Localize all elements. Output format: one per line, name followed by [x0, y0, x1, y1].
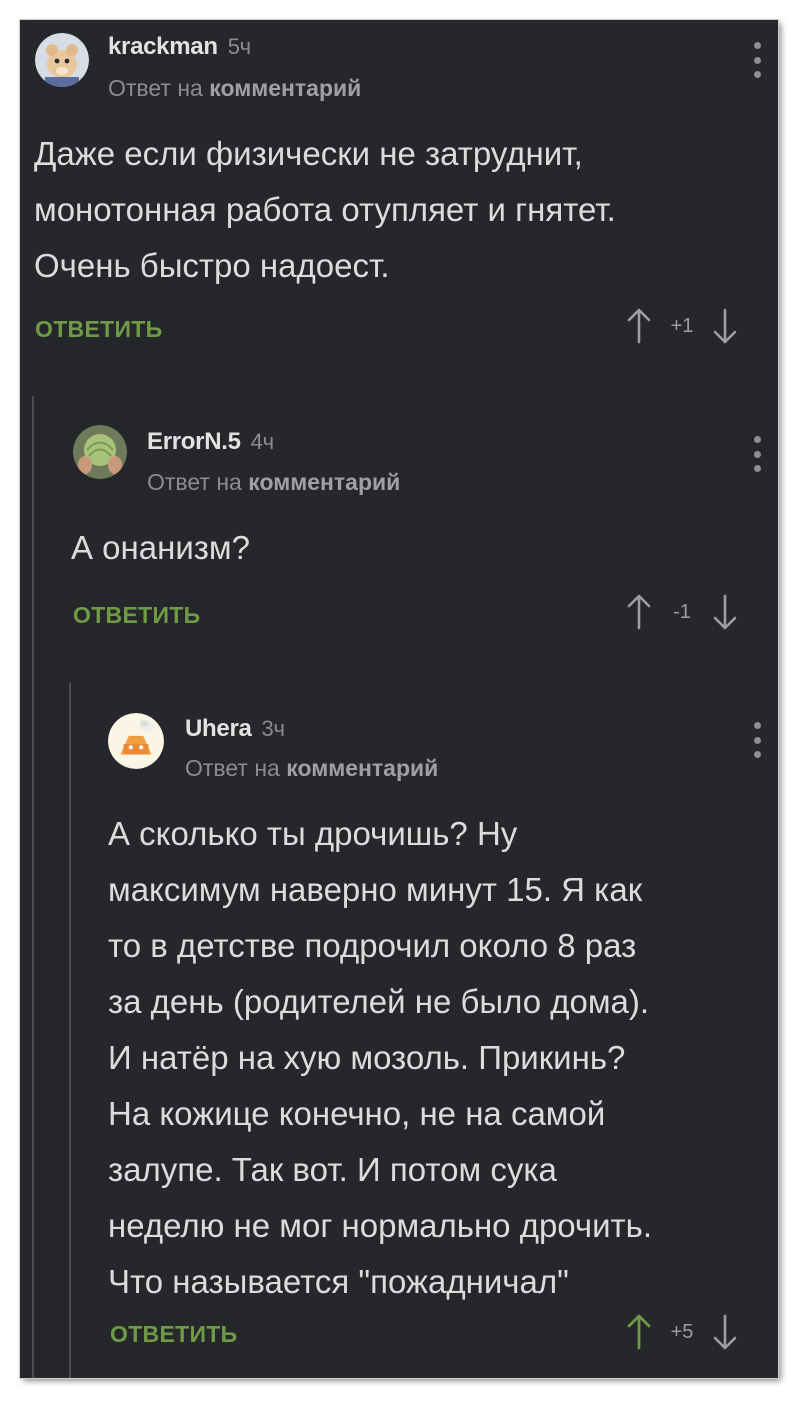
reply-to-line: Ответ на комментарий [185, 755, 438, 782]
comments-screen: krackman 5ч Ответ на комментарий Даже есл… [20, 20, 778, 1378]
comment-time: 3ч [261, 716, 285, 741]
username-text[interactable]: Uhera [185, 715, 252, 742]
cartoon-chef-avatar[interactable] [108, 713, 164, 769]
comment-text: А сколько ты дрочишь? Ну максимум наверн… [108, 815, 653, 1300]
reply-target-link[interactable]: комментарий [286, 755, 438, 781]
downvote-arrow-icon[interactable] [712, 1314, 738, 1350]
username[interactable]: Uhera 3ч [185, 715, 285, 743]
reply-prefix: Ответ на [185, 755, 280, 781]
upvote-arrow-icon-active[interactable] [626, 1314, 652, 1350]
reply-button[interactable]: ОТВЕТИТЬ [110, 1321, 237, 1348]
vote-controls: +5 [626, 1314, 738, 1350]
more-menu-icon[interactable] [753, 722, 761, 758]
comment-uhera: Uhera 3ч Ответ на комментарий А сколько т… [20, 20, 778, 1378]
comment-score: +5 [670, 1320, 694, 1343]
